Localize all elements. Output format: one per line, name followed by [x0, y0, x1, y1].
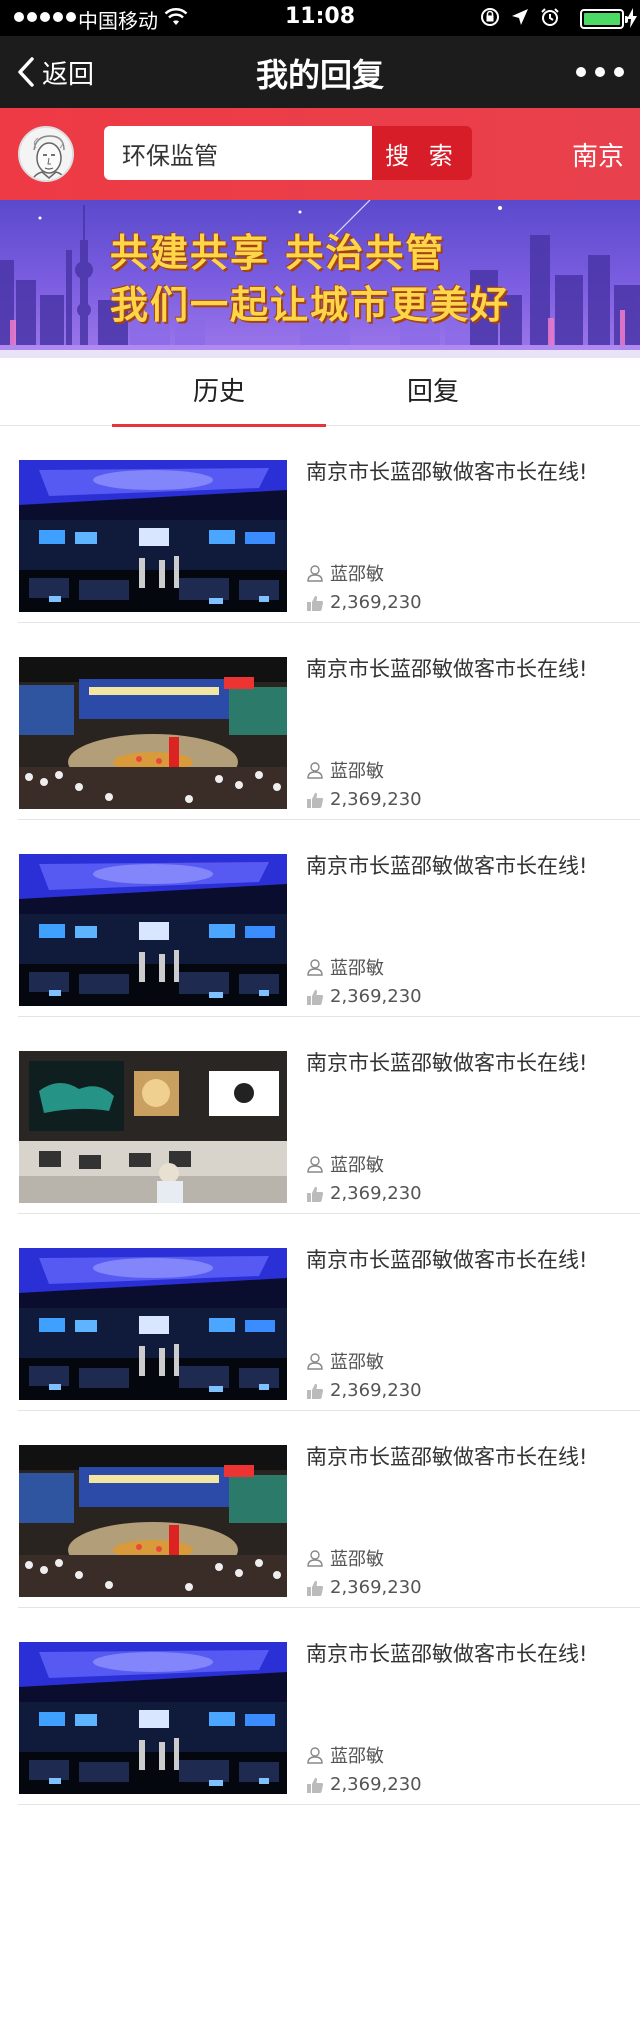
chevron-left-icon — [18, 57, 34, 87]
list-item[interactable]: 南京市长蓝邵敏做客市长在线! 蓝邵敏 2,369,230 — [18, 1017, 640, 1214]
banner-divider — [0, 350, 640, 358]
item-likes: 2,369,230 — [330, 592, 422, 613]
search-input[interactable] — [104, 126, 374, 180]
item-author: 蓝邵敏 — [330, 1155, 384, 1176]
list-item[interactable]: 南京市长蓝邵敏做客市长在线! 蓝邵敏 2,369,230 — [18, 623, 640, 820]
search-header: 搜 索 南京 — [0, 108, 640, 200]
search-button[interactable]: 搜 索 — [372, 126, 472, 180]
portrait-sketch-icon — [20, 128, 72, 180]
more-dot-icon — [595, 67, 605, 77]
thumbs-up-icon — [307, 989, 324, 1005]
item-likes-row[interactable]: 2,369,230 — [306, 592, 422, 613]
item-title: 南京市长蓝邵敏做客市长在线! — [306, 1642, 588, 1666]
item-title: 南京市长蓝邵敏做客市长在线! — [306, 1445, 588, 1469]
item-thumbnail — [19, 657, 287, 809]
item-likes-row[interactable]: 2,369,230 — [306, 1380, 422, 1401]
monitor-room-photo — [19, 1051, 287, 1203]
promo-banner[interactable]: 共建共享 共治共管 我们一起让城市更美好 — [0, 200, 640, 350]
list-item[interactable]: 南京市长蓝邵敏做客市长在线! 蓝邵敏 2,369,230 — [18, 1411, 640, 1608]
user-icon — [307, 1550, 323, 1567]
tab-history[interactable]: 历史 — [112, 358, 326, 427]
item-likes: 2,369,230 — [330, 789, 422, 810]
charging-bolt-icon — [627, 8, 637, 28]
item-likes-row[interactable]: 2,369,230 — [306, 986, 422, 1007]
item-title: 南京市长蓝邵敏做客市长在线! — [306, 657, 588, 681]
tab-bar: 历史 回复 — [0, 358, 640, 427]
back-label: 返回 — [42, 59, 95, 90]
page-title: 我的回复 — [255, 56, 384, 94]
item-author: 蓝邵敏 — [330, 1746, 384, 1767]
more-dot-icon — [614, 67, 624, 77]
more-menu-button[interactable] — [576, 58, 624, 86]
control-room-photo — [19, 1642, 287, 1794]
item-author-row: 蓝邵敏 — [306, 757, 384, 783]
city-selector[interactable]: 南京 — [572, 136, 624, 173]
control-room-photo — [19, 854, 287, 1006]
user-icon — [307, 959, 323, 976]
user-icon — [307, 1747, 323, 1764]
item-likes-row[interactable]: 2,369,230 — [306, 1183, 422, 1204]
list-item[interactable]: 南京市长蓝邵敏做客市长在线! 蓝邵敏 2,369,230 — [18, 820, 640, 1017]
item-likes-row[interactable]: 2,369,230 — [306, 1774, 422, 1795]
item-author-row: 蓝邵敏 — [306, 1742, 384, 1768]
item-author: 蓝邵敏 — [330, 564, 384, 585]
item-title: 南京市长蓝邵敏做客市长在线! — [306, 1248, 588, 1272]
banner-slogan-line-1: 共建共享 共治共管 — [110, 230, 446, 275]
orientation-lock-icon — [481, 8, 499, 26]
item-author-row: 蓝邵敏 — [306, 1348, 384, 1374]
thumbs-up-icon — [307, 1186, 324, 1202]
tab-replies[interactable]: 回复 — [326, 358, 540, 426]
item-thumbnail — [19, 460, 287, 612]
thumbs-up-icon — [307, 1777, 324, 1793]
item-author: 蓝邵敏 — [330, 958, 384, 979]
thumbs-up-icon — [307, 1580, 324, 1596]
item-author: 蓝邵敏 — [330, 1549, 384, 1570]
item-thumbnail — [19, 1051, 287, 1203]
item-thumbnail — [19, 1248, 287, 1400]
item-author: 蓝邵敏 — [330, 761, 384, 782]
banner-slogan-line-2: 我们一起让城市更美好 — [110, 282, 511, 327]
user-icon — [307, 565, 323, 582]
list-item[interactable]: 南京市长蓝邵敏做客市长在线! 蓝邵敏 2,369,230 — [18, 426, 640, 623]
more-dot-icon — [576, 67, 586, 77]
item-likes-row[interactable]: 2,369,230 — [306, 789, 422, 810]
item-thumbnail — [19, 1642, 287, 1794]
control-room-photo — [19, 1248, 287, 1400]
item-likes: 2,369,230 — [330, 1183, 422, 1204]
item-likes: 2,369,230 — [330, 1577, 422, 1598]
list-item[interactable]: 南京市长蓝邵敏做客市长在线! 蓝邵敏 2,369,230 — [18, 1608, 640, 1805]
item-likes-row[interactable]: 2,369,230 — [306, 1577, 422, 1598]
avatar[interactable] — [18, 126, 74, 182]
item-likes: 2,369,230 — [330, 1774, 422, 1795]
item-title: 南京市长蓝邵敏做客市长在线! — [306, 854, 588, 878]
item-likes: 2,369,230 — [330, 1380, 422, 1401]
status-bar: 中国移动 11:08 — [0, 0, 640, 36]
item-author-row: 蓝邵敏 — [306, 954, 384, 980]
item-author-row: 蓝邵敏 — [306, 1151, 384, 1177]
list-item[interactable]: 南京市长蓝邵敏做客市长在线! 蓝邵敏 2,369,230 — [18, 1214, 640, 1411]
reply-list: 南京市长蓝邵敏做客市长在线! 蓝邵敏 2,369,230 南京市长蓝邵敏做客市长… — [0, 426, 640, 1805]
item-likes: 2,369,230 — [330, 986, 422, 1007]
conference-hall-photo — [19, 1445, 287, 1597]
item-author-row: 蓝邵敏 — [306, 560, 384, 586]
item-thumbnail — [19, 854, 287, 1006]
battery-icon — [580, 9, 628, 29]
item-title: 南京市长蓝邵敏做客市长在线! — [306, 460, 588, 484]
navigation-bar: 返回 我的回复 — [0, 36, 640, 108]
thumbs-up-icon — [307, 595, 324, 611]
back-button[interactable]: 返回 — [16, 52, 94, 92]
item-author: 蓝邵敏 — [330, 1352, 384, 1373]
item-author-row: 蓝邵敏 — [306, 1545, 384, 1571]
location-arrow-icon — [512, 9, 528, 25]
item-thumbnail — [19, 1445, 287, 1597]
thumbs-up-icon — [307, 1383, 324, 1399]
control-room-photo — [19, 460, 287, 612]
thumbs-up-icon — [307, 792, 324, 808]
alarm-icon — [541, 8, 559, 26]
user-icon — [307, 1156, 323, 1173]
user-icon — [307, 1353, 323, 1370]
user-icon — [307, 762, 323, 779]
conference-hall-photo — [19, 657, 287, 809]
item-title: 南京市长蓝邵敏做客市长在线! — [306, 1051, 588, 1075]
